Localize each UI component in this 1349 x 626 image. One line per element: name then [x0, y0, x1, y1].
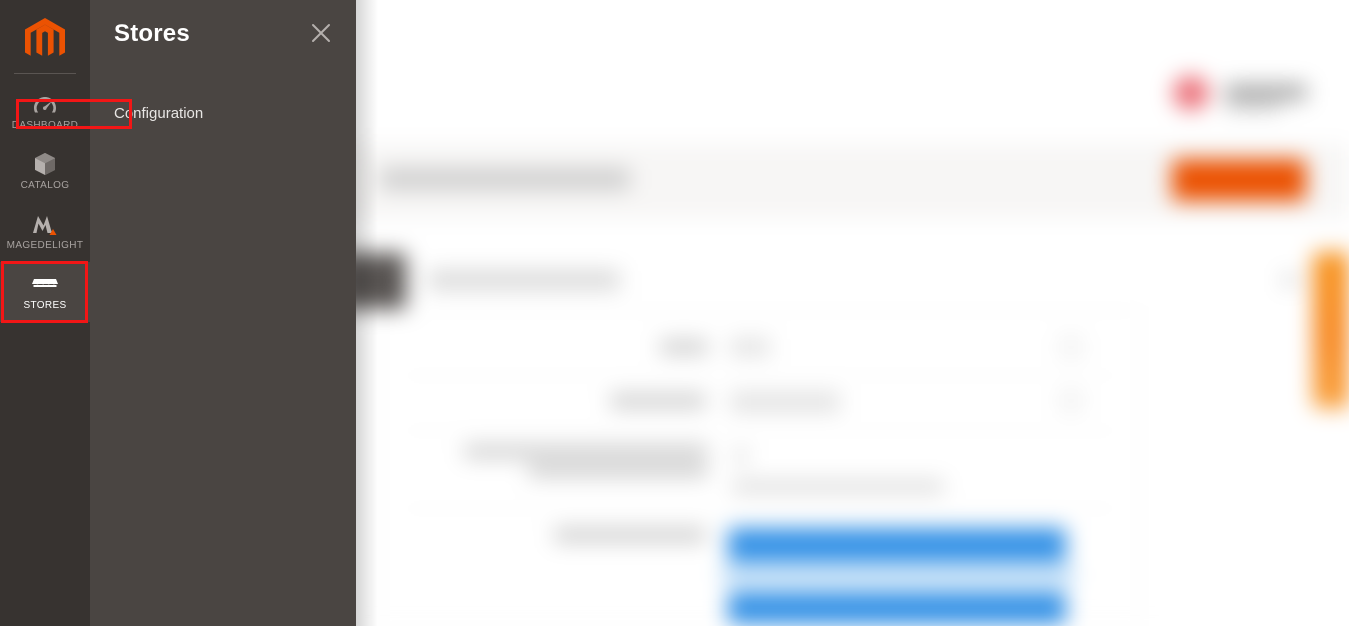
page-title	[380, 168, 630, 190]
dashboard-gauge-icon	[33, 92, 57, 116]
sidebar-item-dashboard[interactable]: DASHBOARD	[0, 82, 90, 142]
multiselect-option-selected	[728, 528, 1066, 562]
sidebar-item-stores[interactable]: STORES	[0, 262, 90, 322]
admin-screen: DASHBOARD CATALOG MAGEDELIGHT STORES Sto…	[0, 0, 1349, 626]
field-label	[660, 340, 708, 354]
sidebar-item-catalog[interactable]: CATALOG	[0, 142, 90, 202]
admin-sidebar: DASHBOARD CATALOG MAGEDELIGHT STORES	[0, 0, 90, 626]
admin-account-label	[1225, 84, 1307, 100]
field-divider	[400, 508, 1120, 509]
save-config-button	[1172, 159, 1306, 201]
use-system-value-checkbox	[1062, 392, 1080, 410]
field-label	[554, 528, 706, 542]
stores-shop-icon	[32, 272, 58, 296]
sidebar-item-label: STORES	[23, 300, 67, 311]
field-control	[730, 392, 840, 412]
field-control	[730, 338, 770, 356]
field-divider	[400, 375, 1120, 376]
catalog-box-icon	[33, 152, 57, 176]
admin-account-sublabel	[1225, 102, 1281, 110]
field-label	[528, 464, 708, 477]
sidebar-item-magedelight[interactable]: MAGEDELIGHT	[0, 202, 90, 262]
flyout-item-configuration[interactable]: Configuration	[114, 104, 203, 123]
field-help-text	[732, 481, 944, 492]
field-control	[734, 448, 748, 464]
sidebar-item-label: MAGEDELIGHT	[6, 240, 84, 251]
multiselect-option-selected	[728, 592, 1066, 624]
sidebar-item-label: CATALOG	[20, 180, 70, 191]
field-label	[610, 394, 706, 408]
chevron-down-icon	[1282, 274, 1298, 286]
magedelight-icon	[31, 212, 59, 236]
section-title	[428, 270, 620, 290]
feedback-side-tab	[1313, 252, 1349, 408]
field-divider	[400, 430, 1120, 431]
sidebar-divider	[14, 73, 76, 74]
sidebar-item-label: DASHBOARD	[11, 120, 79, 131]
use-system-value-checkbox	[1062, 338, 1080, 356]
close-icon[interactable]	[308, 20, 334, 46]
multiselect-option	[722, 566, 1074, 584]
notification-badge	[1173, 76, 1209, 110]
flyout-title: Stores	[114, 20, 190, 47]
magento-logo[interactable]	[0, 14, 90, 68]
stores-flyout-panel: Stores Configuration	[90, 0, 356, 626]
field-label	[464, 445, 708, 458]
